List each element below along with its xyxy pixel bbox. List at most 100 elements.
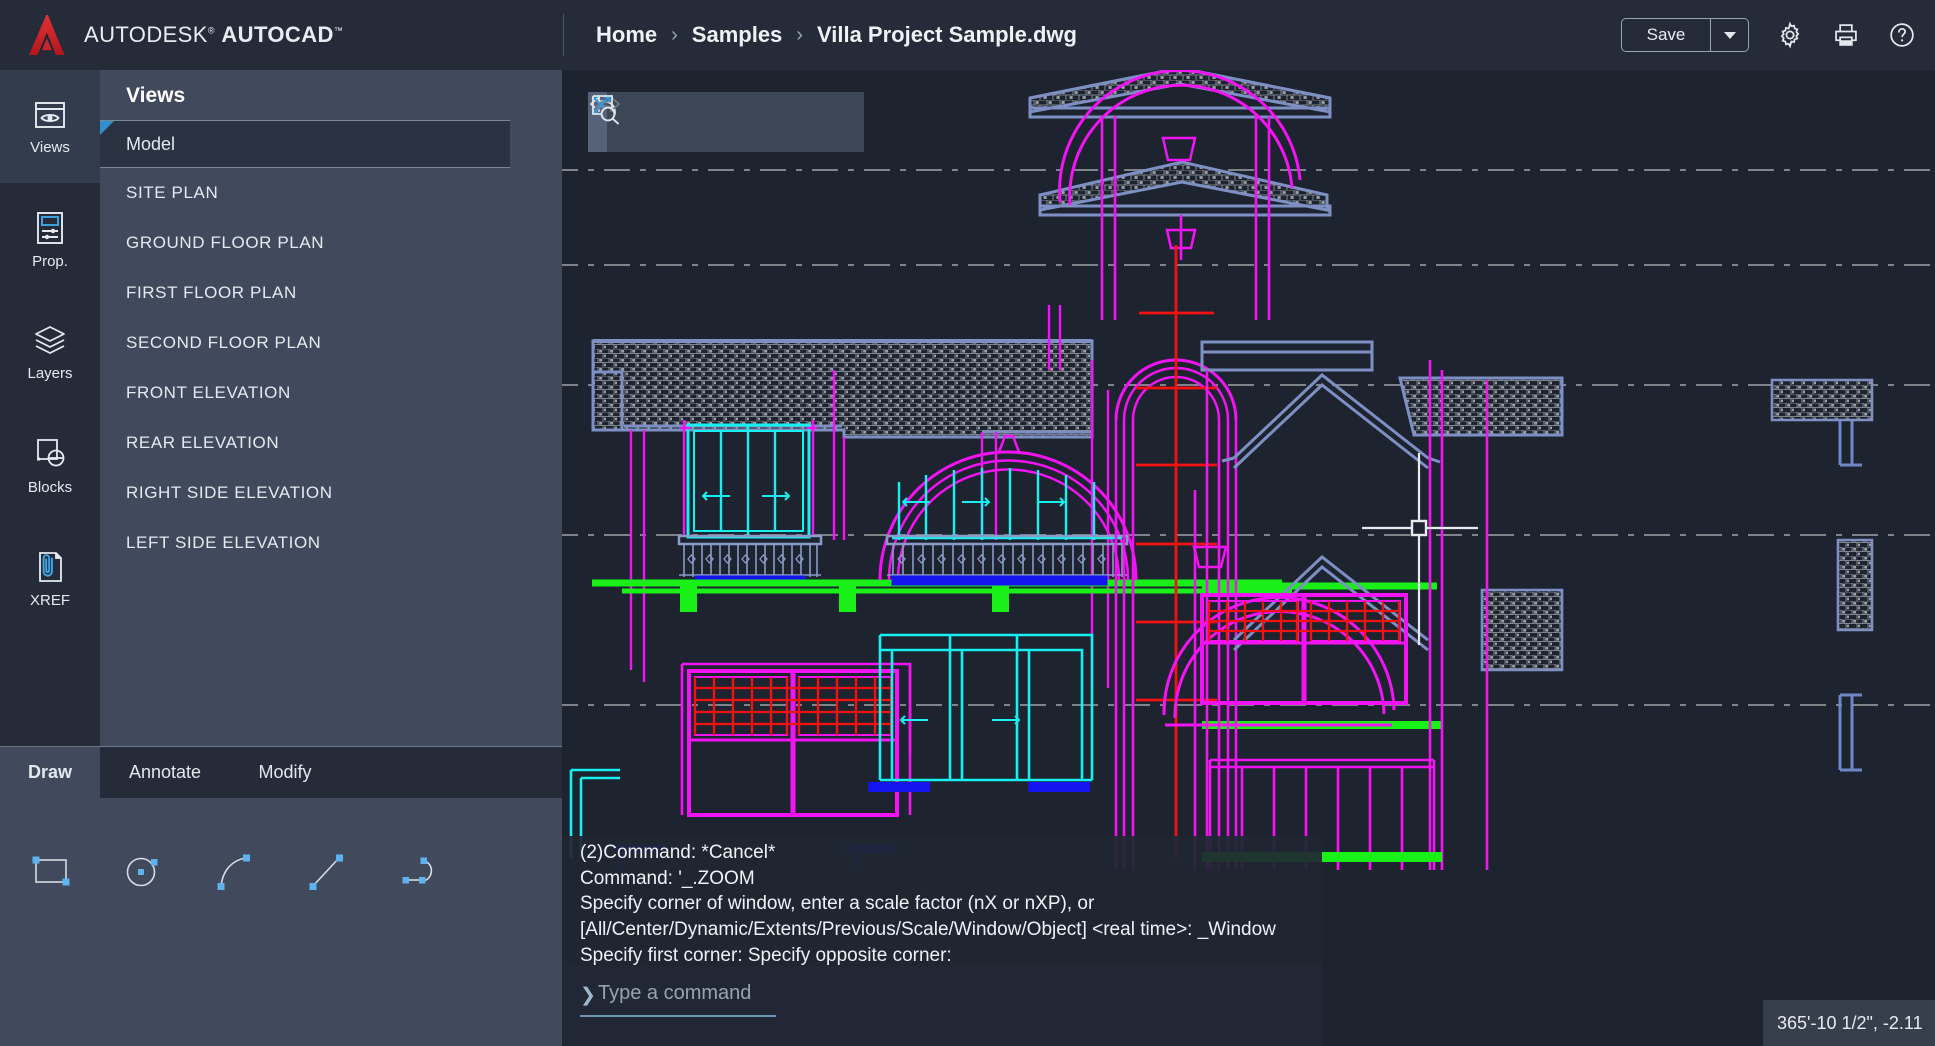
- views-list-item-right-side-elevation[interactable]: RIGHT SIDE ELEVATION: [100, 468, 536, 518]
- rail-item-xref[interactable]: XREF: [0, 522, 100, 635]
- coordinate-readout: 365'-10 1/2", -2.11: [1763, 1000, 1935, 1046]
- gear-icon: [1776, 21, 1804, 49]
- center-arched-balcony: [880, 436, 1136, 585]
- views-eye-icon: [30, 98, 70, 132]
- top-bar: AUTODESK® AUTOCAD™ Home › Samples › Vill…: [0, 0, 1935, 70]
- help-circle-icon: [1888, 21, 1916, 49]
- views-list-item-ground-floor-plan[interactable]: GROUND FLOOR PLAN: [100, 218, 536, 268]
- views-list-item-second-floor-plan[interactable]: SECOND FLOOR PLAN: [100, 318, 536, 368]
- views-panel: Views Model SITE PLAN GROUND FLOOR PLAN …: [100, 70, 562, 746]
- rectangle-tool-icon: [30, 853, 76, 893]
- tab-draw[interactable]: Draw: [0, 747, 100, 799]
- zoom-window-icon: [588, 92, 624, 126]
- draw-tools-palette: [0, 798, 562, 1046]
- rail-item-layers[interactable]: Layers: [0, 296, 100, 409]
- drawing-canvas[interactable]: (2)Command: *Cancel* Command: '_.ZOOM Sp…: [562, 70, 1935, 1046]
- arc-tool-icon: [214, 853, 260, 893]
- save-dropdown-button[interactable]: [1710, 19, 1748, 51]
- save-button[interactable]: Save: [1622, 19, 1710, 51]
- crosshair-cursor: [1362, 453, 1478, 645]
- views-list-item-label: SECOND FLOOR PLAN: [126, 333, 321, 353]
- views-list-item-first-floor-plan[interactable]: FIRST FLOOR PLAN: [100, 268, 536, 318]
- right-edge-dormer: [1772, 380, 1872, 630]
- rail-item-blocks[interactable]: Blocks: [0, 409, 100, 522]
- brand-reg-mark: ®: [208, 26, 215, 36]
- views-list-item-label: REAR ELEVATION: [126, 433, 279, 453]
- rail-item-views[interactable]: Views: [0, 70, 100, 183]
- rail-item-properties[interactable]: Prop.: [0, 183, 100, 296]
- rectangle-tool-button[interactable]: [26, 846, 80, 900]
- help-button[interactable]: [1887, 20, 1917, 50]
- line-tool-button[interactable]: [302, 846, 356, 900]
- views-list-item-site-plan[interactable]: SITE PLAN: [100, 168, 536, 218]
- command-history-line: (2)Command: *Cancel*: [580, 840, 1322, 866]
- command-input-placeholder: Type a command: [598, 982, 751, 1005]
- brand-tm-mark: ™: [334, 26, 343, 36]
- command-input-row[interactable]: ❯ Type a command: [562, 966, 1322, 1046]
- views-list-item-label: Model: [126, 134, 175, 155]
- breadcrumb: Home › Samples › Villa Project Sample.dw…: [596, 22, 1077, 48]
- zoom-window-button[interactable]: [793, 92, 855, 152]
- command-history-line: Specify corner of window, enter a scale …: [580, 891, 1322, 917]
- views-list-item-label: SITE PLAN: [126, 183, 218, 203]
- views-list-item-rear-elevation[interactable]: REAR ELEVATION: [100, 418, 536, 468]
- zoom-extents-button[interactable]: [731, 92, 793, 152]
- breadcrumb-item-file[interactable]: Villa Project Sample.dwg: [817, 22, 1077, 48]
- left-wing: [593, 341, 1092, 437]
- polyline-tool-button[interactable]: [394, 846, 448, 900]
- breadcrumb-item-home[interactable]: Home: [596, 22, 657, 48]
- left-balcony-door: [679, 420, 821, 585]
- views-panel-title: Views: [100, 70, 562, 120]
- breadcrumb-separator: ›: [796, 24, 803, 47]
- command-input-underline: [580, 1015, 776, 1017]
- views-list-item-label: GROUND FLOOR PLAN: [126, 233, 324, 253]
- rail-item-label: XREF: [30, 592, 70, 609]
- circle-tool-button[interactable]: [118, 846, 172, 900]
- tab-modify[interactable]: Modify: [230, 747, 340, 799]
- breadcrumb-separator: ›: [671, 24, 678, 47]
- rail-item-label: Blocks: [28, 479, 72, 496]
- views-list-item-model[interactable]: Model: [100, 120, 510, 168]
- brand-text: AUTODESK® AUTOCAD™: [84, 22, 343, 48]
- redo-button[interactable]: [669, 92, 731, 152]
- chevron-down-icon: [1724, 32, 1736, 39]
- views-list-item-left-side-elevation[interactable]: LEFT SIDE ELEVATION: [100, 518, 536, 568]
- line-tool-icon: [306, 853, 352, 893]
- rail-item-label: Prop.: [32, 253, 68, 270]
- circle-tool-icon: [122, 853, 168, 893]
- command-history: (2)Command: *Cancel* Command: '_.ZOOM Sp…: [562, 836, 1322, 966]
- command-history-line: Command: '_.ZOOM: [580, 866, 1322, 892]
- xref-clip-icon: [32, 549, 68, 585]
- blue-sill-1: [868, 782, 930, 792]
- views-list-item-label: RIGHT SIDE ELEVATION: [126, 483, 333, 503]
- right-wing: [1164, 342, 1562, 870]
- views-list-item-label: FRONT ELEVATION: [126, 383, 291, 403]
- brand-product: AUTOCAD: [221, 22, 333, 47]
- bottom-tab-strip: Draw Annotate Modify: [0, 746, 562, 798]
- center-ground-openings: [880, 635, 1092, 780]
- lower-left-window: [682, 664, 910, 815]
- views-list: Model SITE PLAN GROUND FLOOR PLAN FIRST …: [100, 120, 562, 568]
- breadcrumb-item-samples[interactable]: Samples: [692, 22, 783, 48]
- autodesk-a-logo: [26, 13, 68, 57]
- arc-tool-button[interactable]: [210, 846, 264, 900]
- views-list-item-label: LEFT SIDE ELEVATION: [126, 533, 321, 553]
- command-line-area: (2)Command: *Cancel* Command: '_.ZOOM Sp…: [562, 836, 1322, 1046]
- properties-icon: [31, 210, 69, 246]
- top-bar-actions: Save: [1621, 0, 1917, 70]
- rail-item-label: Layers: [27, 365, 72, 382]
- canvas-floating-toolbar: [588, 92, 864, 152]
- save-button-group: Save: [1621, 18, 1749, 52]
- tab-annotate[interactable]: Annotate: [100, 747, 230, 799]
- printer-icon: [1832, 21, 1860, 49]
- layers-icon: [30, 324, 70, 358]
- command-prompt-chevron: ❯: [580, 984, 596, 1007]
- command-history-line: [All/Center/Dynamic/Extents/Previous/Sca…: [580, 917, 1322, 943]
- brand-company: AUTODESK: [84, 22, 208, 47]
- settings-button[interactable]: [1775, 20, 1805, 50]
- blue-sill-2: [1028, 782, 1090, 792]
- blocks-icon: [31, 436, 69, 472]
- print-button[interactable]: [1831, 20, 1861, 50]
- brand-area: AUTODESK® AUTOCAD™: [0, 0, 563, 70]
- views-list-item-front-elevation[interactable]: FRONT ELEVATION: [100, 368, 536, 418]
